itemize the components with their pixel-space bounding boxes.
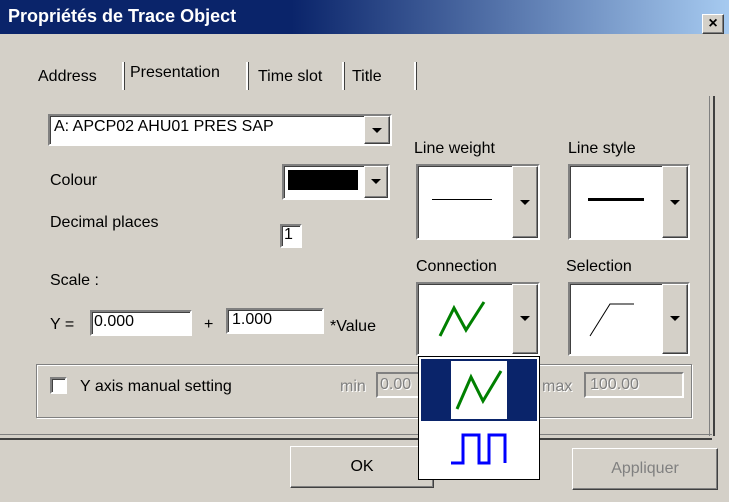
trace-select[interactable]: A: APCP02 AHU01 PRES SAP <box>48 114 392 146</box>
connection-option-step[interactable] <box>421 423 537 477</box>
scale-factor-value: 1.000 <box>232 311 273 328</box>
selection-ramp-icon <box>589 303 634 337</box>
tab-divider <box>246 62 249 90</box>
line-style-dropdown-button[interactable] <box>662 166 688 238</box>
scale-offset-value: 0.000 <box>94 313 135 330</box>
connection-line-icon <box>438 301 486 337</box>
y-axis-manual-checkbox[interactable] <box>50 377 67 394</box>
line-style-label: Line style <box>568 140 636 157</box>
selection-select[interactable] <box>568 282 690 356</box>
colour-label: Colour <box>50 172 98 189</box>
scale-label: Scale : <box>50 272 99 289</box>
tab-time-slot[interactable]: Time slot <box>258 64 322 90</box>
value-suffix-label: *Value <box>330 318 376 335</box>
tab-divider <box>342 62 345 90</box>
y-axis-manual-label: Y axis manual setting <box>80 378 232 395</box>
scale-offset-input[interactable]: 0.000 <box>90 310 192 336</box>
decimal-places-value: 1 <box>284 226 293 243</box>
max-label: max <box>542 378 573 395</box>
thin-line-icon <box>432 199 492 200</box>
selection-label: Selection <box>566 258 632 275</box>
title-bar: Propriétés de Trace Object × <box>0 0 729 34</box>
connection-dropdown-button[interactable] <box>512 284 538 354</box>
tab-address[interactable]: Address <box>38 64 97 90</box>
chevron-down-icon <box>520 316 530 321</box>
y-equals-label: Y = <box>50 316 75 333</box>
line-weight-label: Line weight <box>414 140 495 157</box>
max-input[interactable]: 100.00 <box>584 372 684 398</box>
tab-divider <box>414 62 417 90</box>
trace-select-value: A: APCP02 AHU01 PRES SAP <box>54 118 274 135</box>
scale-factor-input[interactable]: 1.000 <box>226 308 324 334</box>
chevron-down-icon <box>371 179 381 184</box>
chevron-down-icon <box>520 200 530 205</box>
line-style-select[interactable] <box>568 164 690 240</box>
min-value: 0.00 <box>380 376 412 393</box>
line-weight-dropdown-button[interactable] <box>512 166 538 238</box>
decimal-places-label: Decimal places <box>50 214 159 231</box>
tab-presentation[interactable]: Presentation <box>130 60 220 86</box>
max-value: 100.00 <box>590 376 639 393</box>
connection-label: Connection <box>416 258 497 275</box>
ok-button[interactable]: OK <box>290 446 434 488</box>
connection-dropdown-list <box>418 356 540 480</box>
colour-swatch <box>288 170 358 190</box>
selection-dropdown-button[interactable] <box>662 284 688 354</box>
colour-dropdown-button[interactable] <box>364 166 388 198</box>
connection-step-icon <box>451 433 507 465</box>
window-title: Propriétés de Trace Object <box>8 6 237 26</box>
tab-divider <box>122 62 125 90</box>
apply-button[interactable]: Appliquer <box>572 448 718 490</box>
trace-dropdown-button[interactable] <box>364 116 390 144</box>
tab-panel-border <box>709 96 715 436</box>
connection-select[interactable] <box>416 282 540 356</box>
tab-title[interactable]: Title <box>352 64 382 90</box>
close-button[interactable]: × <box>702 14 724 34</box>
chevron-down-icon <box>670 200 680 205</box>
connection-line-icon <box>455 370 503 410</box>
connection-option-line[interactable] <box>421 359 537 421</box>
colour-select[interactable] <box>282 164 390 200</box>
line-weight-select[interactable] <box>416 164 540 240</box>
min-input[interactable]: 0.00 <box>376 372 420 398</box>
chevron-down-icon <box>372 128 382 133</box>
decimal-places-input[interactable]: 1 <box>280 224 302 248</box>
solid-line-icon <box>588 198 644 201</box>
chevron-down-icon <box>670 316 680 321</box>
tab-panel-border <box>0 434 712 440</box>
min-label: min <box>340 378 366 395</box>
plus-label: + <box>204 316 214 333</box>
